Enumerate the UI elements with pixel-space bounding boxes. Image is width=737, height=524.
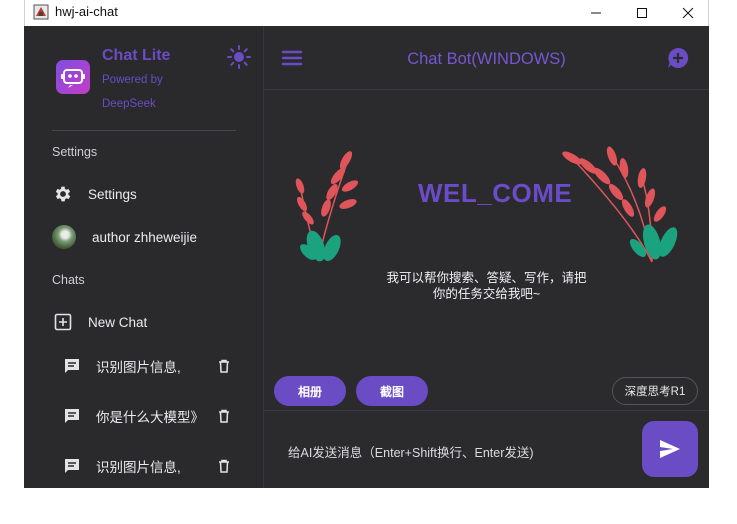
chat-plus-icon (668, 47, 689, 68)
sidebar-item-author[interactable]: author zhheweijie (52, 222, 252, 252)
sun-icon (227, 45, 251, 69)
chat-header: Chat Bot(WINDOWS) (264, 26, 709, 90)
plant-left-illustration (295, 151, 359, 262)
close-icon (682, 7, 694, 19)
maximize-icon (637, 8, 647, 18)
window-title: hwj-ai-chat (55, 4, 118, 19)
delete-chat-button[interactable] (216, 458, 232, 474)
chat-history-title: 识别图片信息, (96, 360, 181, 375)
avatar (52, 225, 76, 249)
add-box-icon (52, 311, 74, 333)
chat-history-item[interactable]: 识别图片信息, (62, 452, 242, 480)
chat-history-item[interactable]: 识别图片信息, (62, 352, 242, 380)
intro-line-2: 你的任务交给我吧~ (432, 287, 541, 301)
gear-icon (52, 183, 74, 205)
sidebar: Chat Lite Powered by DeepSeek Settings S… (24, 26, 264, 488)
robot-icon (61, 69, 85, 88)
brand-deepseek: DeepSeek (102, 98, 156, 110)
divider (52, 130, 236, 131)
chat-history-item[interactable]: 你是什么大模型》 (62, 402, 242, 430)
author-label: author zhheweijie (92, 229, 198, 245)
trash-icon (219, 359, 229, 373)
delete-chat-button[interactable] (216, 408, 232, 424)
plant-right-illustration (562, 146, 678, 263)
brand-logo (56, 60, 90, 94)
send-icon (660, 440, 680, 458)
window-titlebar: hwj-ai-chat (24, 0, 709, 26)
chats-section-label: Chats (52, 273, 85, 287)
maximize-button[interactable] (619, 0, 665, 26)
sidebar-item-settings[interactable]: Settings (52, 179, 252, 209)
chat-history-title: 你是什么大模型》 (96, 410, 204, 425)
album-button[interactable]: 相册 (274, 376, 346, 406)
page-title: Chat Bot(WINDOWS) (407, 50, 566, 68)
deep-think-toggle[interactable]: 深度思考R1 (612, 377, 698, 405)
message-composer (264, 410, 709, 488)
brand-name: Chat Lite (102, 47, 171, 64)
app-icon (33, 4, 49, 20)
minimize-icon (591, 12, 601, 14)
minimize-button[interactable] (573, 0, 619, 26)
new-chat-header-button[interactable] (666, 46, 690, 70)
trash-icon (219, 409, 229, 423)
intro-text: 我可以帮你搜索、答疑、写作，请把 你的任务交给我吧~ (264, 270, 709, 302)
new-chat-label: New Chat (88, 314, 148, 330)
delete-chat-button[interactable] (216, 358, 232, 374)
welcome-heading: WEL_COME (418, 178, 573, 208)
screenshot-button[interactable]: 截图 (356, 376, 428, 406)
chat-history-title: 识别图片信息, (96, 460, 181, 475)
message-icon (62, 356, 82, 376)
chat-panel: Chat Bot(WINDOWS) WEL_COME 我可以帮你搜索、答疑、写作… (264, 26, 709, 488)
message-icon (62, 456, 82, 476)
send-button[interactable] (642, 421, 698, 477)
new-chat-button[interactable]: New Chat (52, 307, 252, 337)
message-icon (62, 406, 82, 426)
message-input[interactable] (288, 443, 628, 463)
settings-section-label: Settings (52, 145, 98, 159)
brand-powered-by: Powered by (102, 74, 163, 86)
settings-label: Settings (88, 186, 137, 202)
trash-icon (219, 459, 229, 473)
close-button[interactable] (665, 0, 711, 26)
intro-line-1: 我可以帮你搜索、答疑、写作，请把 (386, 271, 587, 285)
app-window: Chat Lite Powered by DeepSeek Settings S… (24, 26, 709, 488)
theme-toggle-button[interactable] (226, 44, 252, 70)
